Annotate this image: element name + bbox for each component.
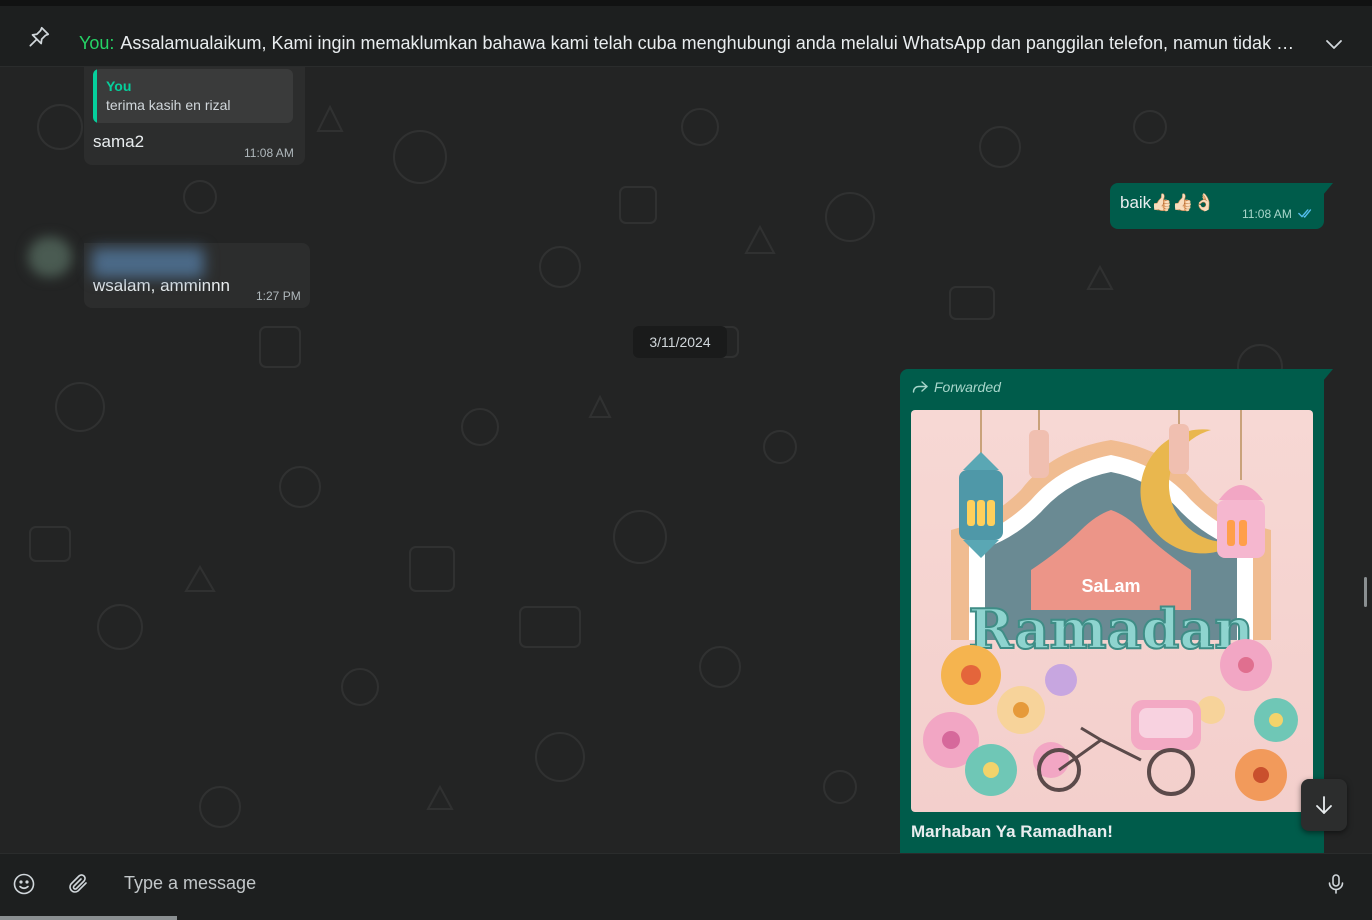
pin-icon[interactable] [26,24,52,50]
message-input[interactable] [110,868,1300,898]
message-sender-name [92,248,204,278]
message-text: baik👍🏻👍🏻👌🏻 [1120,193,1215,212]
quoted-message[interactable]: You terima kasih en rizal [93,69,293,123]
bubble-tail-out [1323,183,1333,195]
horizontal-scrollbar[interactable] [0,916,177,920]
microphone-icon[interactable] [1324,872,1348,896]
arrow-down-icon [1316,796,1332,814]
illustration-large-lettering: Ramadan [968,597,1253,661]
quote-accent-bar [93,69,97,123]
paperclip-icon[interactable] [66,872,90,896]
message-outgoing-1[interactable]: baik👍🏻👍🏻👌🏻 11:08 AM [1110,183,1324,229]
date-divider: 3/11/2024 [633,326,727,358]
illustration-small-lettering: SaLam [1081,576,1140,596]
scroll-to-bottom-button[interactable] [1301,779,1347,831]
forwarded-text: Forwarded [934,379,1001,395]
forwarded-label: Forwarded [912,379,1001,395]
bubble-tail-out [1323,369,1333,381]
message-composer [0,853,1372,920]
salam-ramadan-illustration: SaLam Ramadan [911,410,1313,812]
chevron-down-icon[interactable] [1322,32,1346,56]
message-incoming-1[interactable]: You terima kasih en rizal sama2 11:08 AM [84,67,305,165]
pinned-message-body: Assalamualaikum, Kami ingin memaklumkan … [120,33,1309,53]
message-text: sama2 [93,132,145,151]
message-time: 11:08 AM [1242,207,1292,221]
pinned-message-text[interactable]: You: Assalamualaikum, Kami ingin memaklum… [79,32,1309,54]
avatar[interactable] [28,237,72,277]
quoted-message-text: terima kasih en rizal [106,97,231,113]
pinned-message-sender: You: [79,33,115,53]
forwarded-image[interactable]: SaLam Ramadan [911,410,1313,812]
image-caption: Marhaban Ya Ramadhan! [911,822,1113,841]
message-time: 11:08 AM [244,146,294,160]
scrollbar-thumb[interactable] [1364,577,1367,607]
quoted-message-sender: You [106,78,132,94]
forward-arrow-icon [912,381,928,393]
emoji-icon[interactable] [12,872,36,896]
chat-area[interactable]: You terima kasih en rizal sama2 11:08 AM… [0,67,1372,853]
pinned-message-bar[interactable]: You: Assalamualaikum, Kami ingin memaklum… [0,6,1372,67]
read-ticks-icon [1298,209,1312,218]
message-text: wsalam, amminnn [93,276,230,295]
message-time: 1:27 PM [256,289,301,303]
